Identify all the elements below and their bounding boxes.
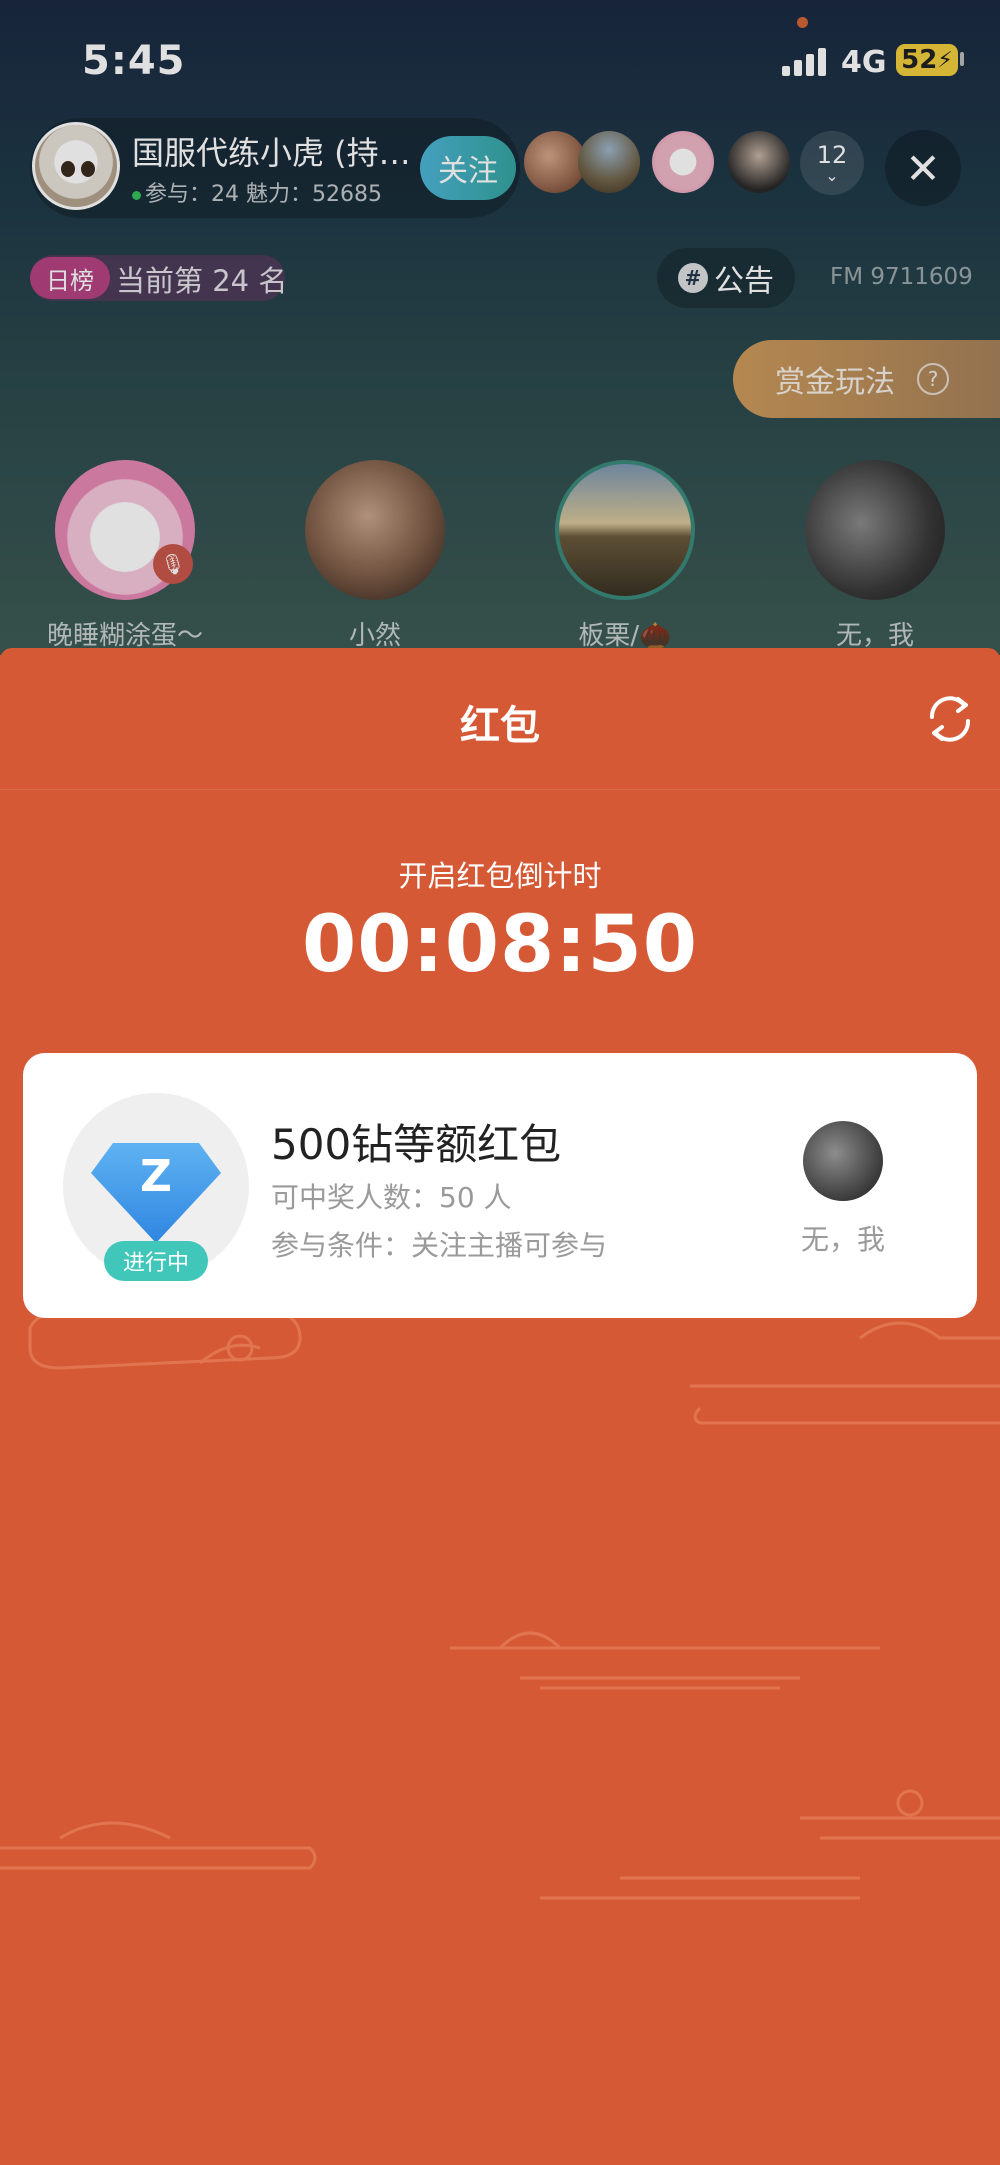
network-type: 4G	[841, 45, 887, 80]
mic-muted-icon: 🎙	[153, 544, 193, 584]
close-icon[interactable]: ✕	[885, 130, 961, 206]
notice-label: 公告	[714, 264, 774, 299]
seat-name: 板栗/🌰	[578, 621, 672, 651]
fm-number: FM 9711609	[830, 264, 973, 290]
viewer-count: 12	[816, 141, 848, 169]
mic-seat[interactable]: 🎙 晚睡糊涂蛋～	[47, 455, 203, 655]
online-dot	[132, 190, 141, 200]
diamond-icon: Z	[91, 1143, 221, 1243]
hash-icon: #	[678, 263, 708, 293]
help-icon[interactable]: ?	[917, 363, 949, 395]
panel-title: 红包	[460, 703, 540, 749]
notice-button[interactable]: # 公告	[657, 248, 795, 308]
host-stats-text: 参与：24 魅力：52685	[145, 182, 382, 207]
battery-level: 52	[901, 45, 938, 75]
battery-icon: 52 ⚡	[896, 44, 958, 76]
panel-header: 红包	[0, 648, 1000, 790]
seat-name: 无，我	[835, 621, 914, 651]
mic-seat[interactable]: 板栗/🌰	[550, 455, 700, 655]
host-name: 国服代练小虎 (持…	[132, 134, 411, 172]
seat-name: 小然	[348, 621, 401, 651]
countdown-label: 开启红包倒计时	[398, 859, 602, 893]
status-bar: 5:45 4G 52 ⚡	[0, 0, 1000, 120]
red-packet-card[interactable]: Z 进行中 500钻等额红包 可中奖人数：50 人 参与条件：关注主播可参与 无…	[23, 1053, 977, 1318]
sender-avatar[interactable]	[803, 1121, 883, 1201]
viewer-count-button[interactable]: 12 ⌄	[800, 131, 864, 195]
battery-tip	[960, 52, 964, 66]
seat-avatar[interactable]	[305, 460, 445, 600]
packet-condition: 参与条件：关注主播可参与	[271, 1229, 608, 1262]
follow-button[interactable]: 关注	[420, 136, 516, 200]
refresh-icon[interactable]	[922, 691, 978, 747]
seat-avatar[interactable]	[555, 460, 695, 600]
viewer-avatar[interactable]	[524, 131, 586, 193]
live-room-background: 5:45 4G 52 ⚡ 国服代练小虎 (持… 参与：24 魅力：52685 关注…	[0, 0, 1000, 655]
signal-icon	[782, 48, 830, 76]
status-badge: 进行中	[104, 1241, 208, 1281]
red-packet-panel: 红包 开启红包倒计时 00:08:50 Z 进行中 500钻等额红包 可中奖人数…	[0, 648, 1000, 2165]
diamond-letter: Z	[140, 1151, 172, 1202]
seat-name: 晚睡糊涂蛋～	[46, 621, 203, 651]
chevron-down-icon: ⌄	[825, 166, 839, 185]
sender-name: 无，我	[800, 1223, 885, 1256]
viewer-avatar[interactable]	[578, 131, 640, 193]
rank-tag: 日榜	[30, 257, 110, 299]
host-avatar[interactable]	[32, 122, 120, 210]
mic-seat[interactable]: 小然	[300, 455, 450, 655]
viewer-avatar[interactable]	[652, 131, 714, 193]
camera-indicator	[797, 17, 808, 28]
bounty-label: 赏金玩法	[775, 365, 895, 400]
seat-avatar[interactable]	[805, 460, 945, 600]
viewer-avatar[interactable]	[728, 131, 790, 193]
packet-winners: 可中奖人数：50 人	[271, 1181, 512, 1214]
status-time: 5:45	[82, 38, 186, 84]
bounty-button[interactable]: 赏金玩法?	[733, 340, 1000, 418]
rank-text: 当前第 24 名	[116, 264, 288, 298]
mic-seat[interactable]: 无，我	[800, 455, 950, 655]
host-stats: 参与：24 魅力：52685	[132, 176, 382, 208]
packet-title: 500钻等额红包	[271, 1120, 562, 1169]
countdown-timer: 00:08:50	[301, 900, 699, 990]
